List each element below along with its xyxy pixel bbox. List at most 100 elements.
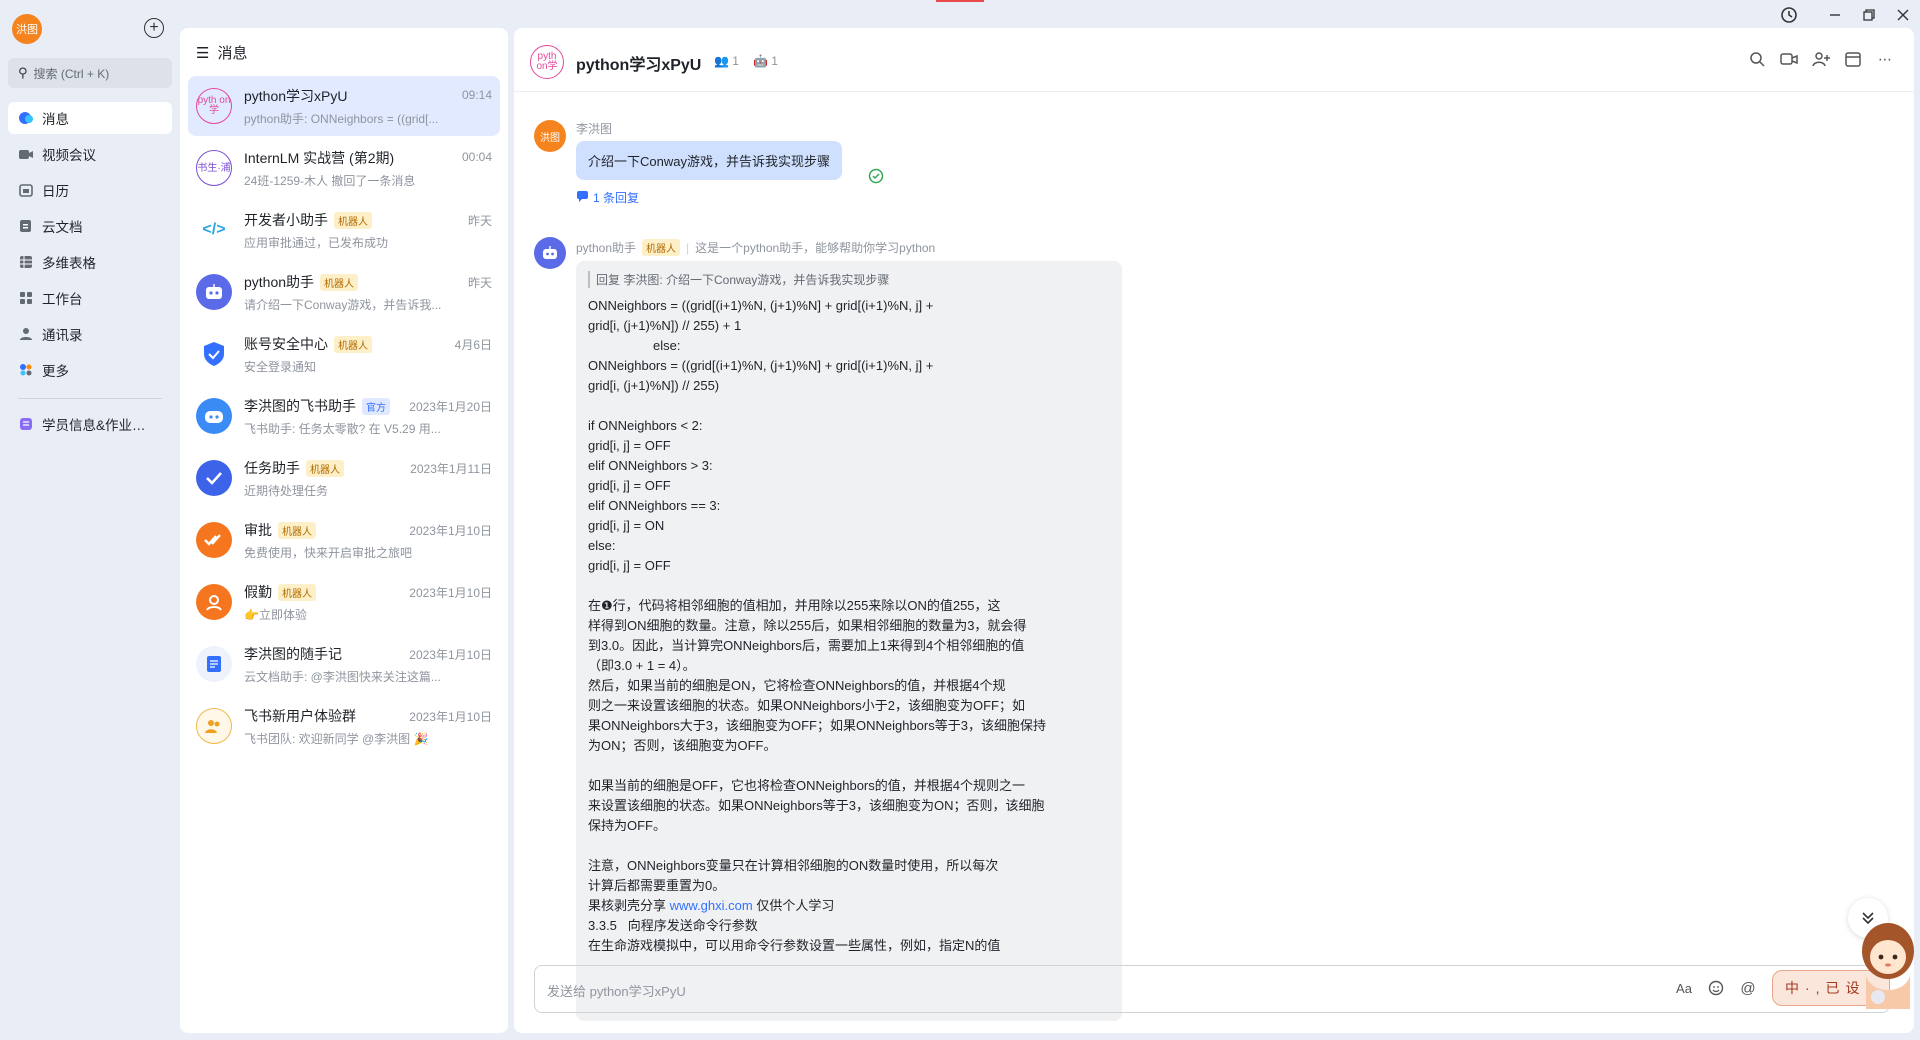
- chat-preview: 飞书助手: 任务太零散? 在 V5.29 用...: [244, 422, 441, 436]
- chat-item[interactable]: </> 开发者小助手 机器人 昨天 应用审批通过，已发布成功: [188, 200, 500, 260]
- chat-item[interactable]: 任务助手 机器人 2023年1月11日 近期待处理任务: [188, 448, 500, 508]
- nav-label: 更多: [42, 364, 69, 379]
- message-line: 来设置该细胞的状态。如果ONNeighbors等于3，该细胞变为ON；否则，该细…: [588, 798, 1045, 813]
- group-avatar: pyth on学: [196, 88, 232, 124]
- chat-item[interactable]: python助手 机器人 昨天 请介绍一下Conway游戏，并告诉我...: [188, 262, 500, 322]
- message-line: elif ONNeighbors > 3:: [588, 458, 713, 473]
- bot-badge: 机器人: [306, 459, 344, 477]
- message-line: 在生命游戏模拟中，可以用命令行参数设置一些属性，例如，指定N的值: [588, 938, 1001, 953]
- chat-item[interactable]: 书生·浦 InternLM 实战营 (第2期) 00:04 24班-1259-木…: [188, 138, 500, 198]
- separator: |: [686, 240, 690, 255]
- form-icon: [18, 416, 34, 432]
- shield-icon: [196, 336, 232, 372]
- chat-time: 2023年1月10日: [409, 648, 492, 662]
- mention-icon[interactable]: @: [1739, 979, 1757, 997]
- sender-name[interactable]: python助手: [576, 239, 636, 256]
- bot-avatar[interactable]: [534, 237, 566, 269]
- calendar-board-icon[interactable]: [1844, 50, 1862, 68]
- calendar-icon: [18, 182, 34, 198]
- nav-item-calendar[interactable]: 日历: [8, 174, 172, 206]
- thread-reply-link[interactable]: 1 条回复: [576, 189, 639, 206]
- chat-item[interactable]: 飞书新用户体验群 2023年1月10日 飞书团队: 欢迎新同学 @李洪图 🎉: [188, 696, 500, 756]
- message-bubble[interactable]: 回复 李洪图: 介绍一下Conway游戏，并告诉我实现步骤 ONNeighbor…: [576, 261, 1122, 1021]
- header-tools: ⋯: [1748, 50, 1894, 68]
- active-indicator: [936, 0, 984, 2]
- chat-time: 00:04: [461, 150, 492, 164]
- chat-time: 昨天: [467, 214, 492, 228]
- bot-signature: 这是一个python助手，能够帮助你学习python: [695, 241, 936, 255]
- message-line: [588, 576, 1110, 596]
- add-icon[interactable]: +: [144, 18, 164, 38]
- bot-badge: 机器人: [278, 583, 316, 601]
- chat-item[interactable]: 李洪图的随手记 2023年1月10日 云文档助手: @李洪图快来关注这篇...: [188, 634, 500, 694]
- official-badge: 官方: [362, 397, 390, 415]
- chat-name: python学习xPyU: [244, 88, 348, 104]
- nav-item-messages[interactable]: 消息: [8, 102, 172, 134]
- message-bubble[interactable]: 介绍一下Conway游戏，并告诉我实现步骤: [576, 141, 842, 180]
- more-options-icon[interactable]: ⋯: [1876, 50, 1894, 68]
- chat-time: 09:14: [461, 88, 492, 102]
- history-icon[interactable]: [1776, 4, 1802, 26]
- message-line: if ONNeighbors < 2:: [588, 418, 703, 433]
- user-avatar[interactable]: 洪图: [12, 14, 42, 44]
- nav-label: 多维表格: [42, 256, 96, 271]
- nav-label: 通讯录: [42, 328, 83, 343]
- quoted-reply[interactable]: 回复 李洪图: 介绍一下Conway游戏，并告诉我实现步骤: [588, 271, 1110, 288]
- nav-item-student-form[interactable]: 学员信息&作业…: [8, 408, 172, 440]
- group-avatar[interactable]: pyth on学: [530, 45, 564, 79]
- nav-item-video[interactable]: 视频会议: [8, 138, 172, 170]
- sender-avatar[interactable]: 洪图: [534, 120, 566, 152]
- sender-name[interactable]: 李洪图: [576, 120, 612, 137]
- bot-icon: 🤖: [752, 54, 768, 68]
- chat-time: 2023年1月10日: [409, 586, 492, 600]
- message-line: 3.3.5 向程序发送命令行参数: [588, 918, 758, 933]
- video-call-icon[interactable]: [1780, 50, 1798, 68]
- link[interactable]: www.ghxi.com: [670, 898, 753, 913]
- chat-name: 开发者小助手 机器人: [244, 210, 372, 230]
- member-count[interactable]: 👥 1: [714, 54, 739, 68]
- chat-time: 2023年1月11日: [410, 462, 492, 476]
- chat-item[interactable]: pyth on学 python学习xPyU 09:14 python助手: ON…: [188, 76, 500, 136]
- chat-item[interactable]: 账号安全中心 机器人 4月6日 安全登录通知: [188, 324, 500, 384]
- chat-item[interactable]: 李洪图的飞书助手 官方 2023年1月20日 飞书助手: 任务太零散? 在 V5.…: [188, 386, 500, 446]
- minimize-icon[interactable]: [1822, 4, 1848, 26]
- reply-bubble-icon: [576, 190, 589, 205]
- add-member-icon[interactable]: [1812, 50, 1830, 68]
- nav-label: 工作台: [42, 292, 83, 307]
- message-line: 为ON；否则，该细胞变为OFF。: [588, 738, 777, 753]
- conversation-title[interactable]: python学习xPyU: [576, 51, 701, 75]
- search-icon: ⚲: [18, 65, 28, 80]
- grid-icon: [18, 290, 34, 306]
- message-input[interactable]: 发送给 python学习xPyU Aa @ ✂: [534, 965, 1890, 1013]
- nav-item-cloud-docs[interactable]: 云文档: [8, 210, 172, 242]
- search-placeholder: 搜索 (Ctrl + K): [33, 66, 110, 81]
- search-chat-icon[interactable]: [1748, 50, 1766, 68]
- nav-item-more[interactable]: 更多: [8, 354, 172, 386]
- conversation-panel: pyth on学 python学习xPyU 👥 1 🤖 1 ⋯ 洪图 李洪图 介…: [514, 28, 1914, 1033]
- message-body: ONNeighbors = ((grid[(i+1)%N, (j+1)%N] +…: [588, 296, 1110, 896]
- chat-name: python助手 机器人: [244, 272, 359, 292]
- message-line: ONNeighbors = ((grid[(i+1)%N, (j+1)%N] +…: [588, 298, 934, 313]
- chat-item[interactable]: 审批 机器人 2023年1月10日 免费使用，快来开启审批之旅吧: [188, 510, 500, 570]
- emoji-icon[interactable]: [1707, 979, 1725, 997]
- chat-list-panel: ☰ 消息 pyth on学 python学习xPyU 09:14 python助…: [180, 28, 508, 1033]
- message-line: else:: [588, 338, 681, 353]
- nav-item-workplace[interactable]: 工作台: [8, 282, 172, 314]
- message-line: 果ONNeighbors大于3，该细胞变为OFF；如果ONNeighbors等于…: [588, 718, 1046, 733]
- message-line: grid[i, j] = OFF: [588, 558, 671, 573]
- close-icon[interactable]: [1890, 4, 1916, 26]
- restore-icon[interactable]: [1856, 4, 1882, 26]
- chat-item[interactable]: 假勤 机器人 2023年1月10日 👉立即体验: [188, 572, 500, 632]
- bot-count[interactable]: 🤖 1: [753, 54, 778, 68]
- chat-list-title: 消息: [217, 45, 248, 62]
- search-input[interactable]: ⚲ 搜索 (Ctrl + K): [8, 58, 172, 88]
- message-line: grid[i, (j+1)%N]) // 255) + 1: [588, 318, 742, 333]
- nav-item-contacts[interactable]: 通讯录: [8, 318, 172, 350]
- nav-divider: [18, 398, 162, 399]
- message-line: 在❶行，代码将相邻细胞的值相加，并用除以255来除以ON的值255，这: [588, 598, 1001, 613]
- chat-name: 假勤 机器人: [244, 582, 316, 602]
- chat-name: 李洪图的随手记: [244, 646, 342, 662]
- nav-item-bitable[interactable]: 多维表格: [8, 246, 172, 278]
- bot-badge: 机器人: [320, 273, 359, 291]
- text-format-icon[interactable]: Aa: [1675, 979, 1693, 997]
